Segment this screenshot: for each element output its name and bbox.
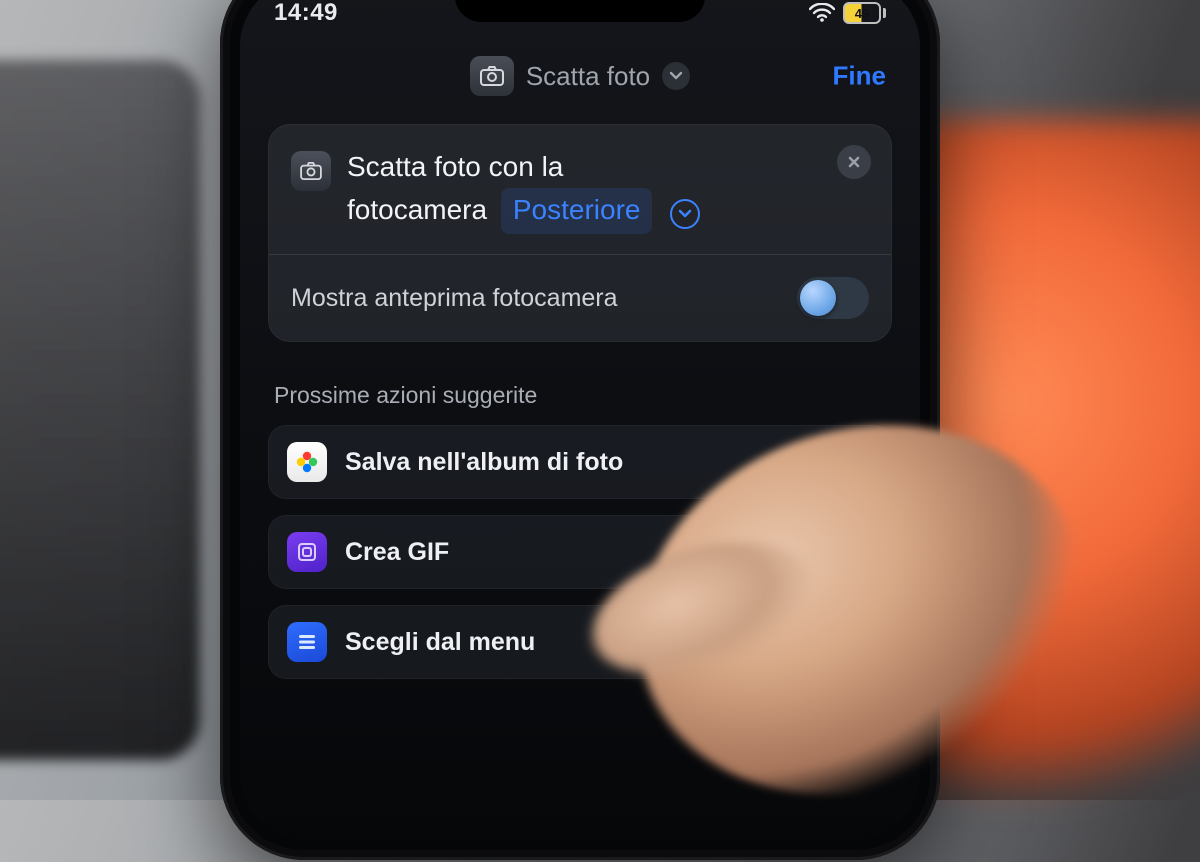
action-card: Scatta foto con la fotocamera Posteriore — [268, 124, 892, 342]
suggestion-save-photo[interactable]: Salva nell'album di foto — [268, 425, 892, 499]
status-right: 49 — [809, 2, 886, 24]
suggestions-heading: Prossime azioni suggerite — [274, 382, 886, 409]
camera-param-value: Posteriore — [513, 190, 641, 231]
camera-param[interactable]: Posteriore — [501, 188, 653, 235]
menu-icon — [287, 622, 327, 662]
suggestion-label: Scegli dal menu — [345, 628, 535, 657]
suggestion-label: Crea GIF — [345, 538, 449, 567]
toggle-knob — [800, 280, 836, 316]
action-text: Scatta foto con la fotocamera Posteriore — [347, 147, 700, 234]
notch — [455, 0, 705, 22]
camera-app-icon — [470, 56, 514, 96]
action-text-line2: fotocamera — [347, 194, 487, 225]
expand-action-icon[interactable] — [670, 199, 700, 229]
phone-frame: 14:49 49 — [220, 0, 940, 860]
screen: 14:49 49 — [240, 0, 920, 840]
suggestion-create-gif[interactable]: Crea GIF — [268, 515, 892, 589]
add-suggestion-icon[interactable]: + — [851, 623, 871, 662]
battery-icon: 49 — [843, 2, 886, 24]
suggestion-choose-menu[interactable]: Scegli dal menu + — [268, 605, 892, 679]
shortcut-title[interactable]: Scatta foto — [526, 61, 650, 92]
photos-app-icon — [287, 442, 327, 482]
gif-icon — [287, 532, 327, 572]
suggestion-label: Salva nell'album di foto — [345, 448, 623, 477]
done-button[interactable]: Fine — [833, 61, 886, 92]
editor-navbar: Scatta foto Fine — [240, 38, 920, 114]
camera-icon — [291, 151, 331, 191]
preview-toggle-row: Mostra anteprima fotocamera — [269, 255, 891, 341]
preview-toggle-label: Mostra anteprima fotocamera — [291, 284, 618, 313]
preview-toggle[interactable] — [797, 277, 869, 319]
status-time: 14:49 — [274, 0, 338, 27]
action-summary-row[interactable]: Scatta foto con la fotocamera Posteriore — [269, 125, 891, 254]
wifi-icon — [809, 3, 835, 23]
title-dropdown[interactable] — [662, 62, 690, 90]
battery-level: 49 — [843, 2, 881, 24]
close-icon[interactable] — [837, 145, 871, 179]
action-text-line1: Scatta foto con la — [347, 151, 563, 182]
